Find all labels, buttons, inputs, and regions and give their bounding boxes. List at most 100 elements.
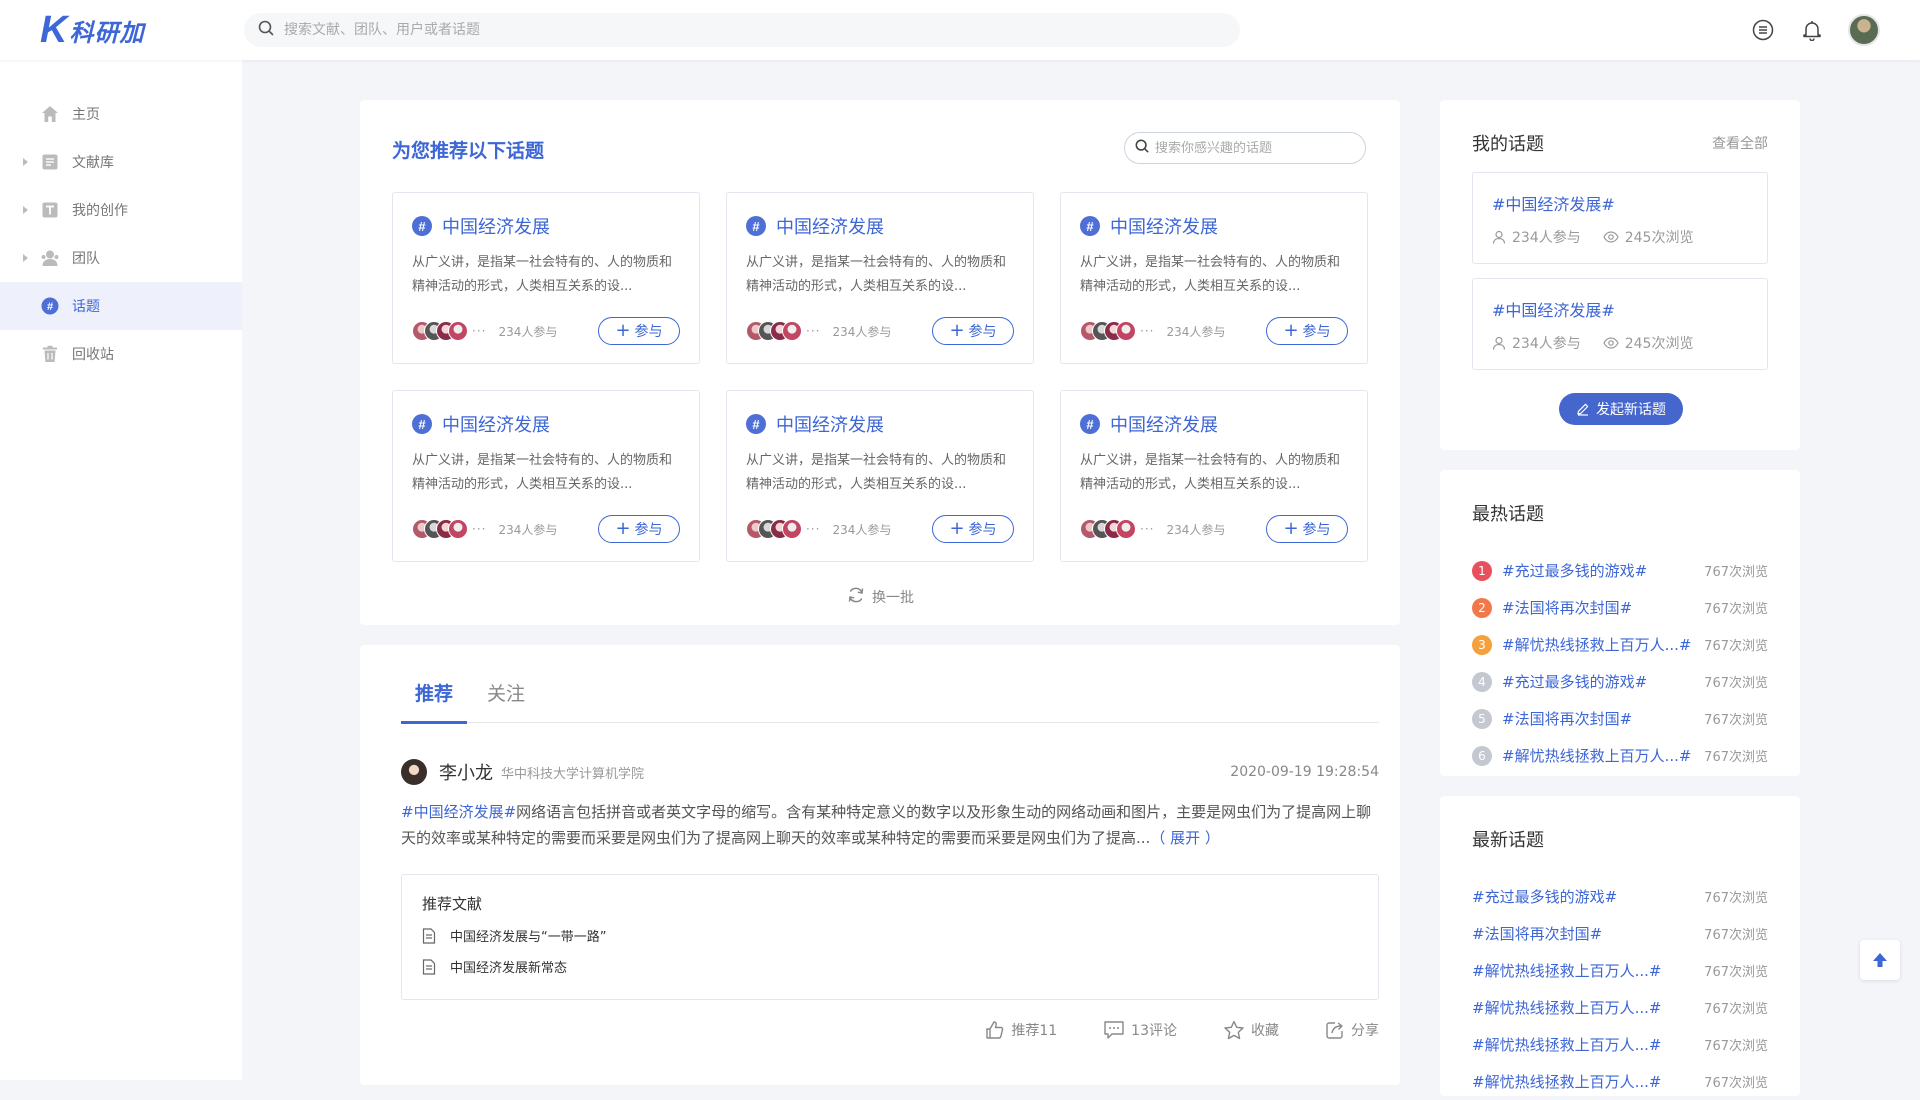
new-topic-name[interactable]: #解忧热线拯救上百万人...#	[1472, 1071, 1704, 1092]
topic-card[interactable]: # 中国经济发展 从广义讲，是指某一社会特有的、人的物质和精神活动的形式，人类相互关…	[1060, 192, 1368, 364]
hot-topic-item[interactable]: 6 #解忧热线拯救上百万人...# 767次浏览	[1472, 737, 1768, 774]
caret-right-icon[interactable]	[23, 206, 28, 214]
new-topic-item[interactable]: #解忧热线拯救上百万人...# 767次浏览	[1472, 1063, 1768, 1100]
post-topic-tag[interactable]: #中国经济发展#	[401, 803, 516, 821]
plus-icon: +	[615, 320, 631, 341]
new-topic-name[interactable]: #法国将再次封国#	[1472, 923, 1704, 944]
my-topic-item[interactable]: #中国经济发展# 234人参与 245次浏览	[1472, 172, 1768, 264]
hot-topic-name[interactable]: #法国将再次封国#	[1502, 708, 1704, 729]
feed-card: 推荐 关注 李小龙 华中科技大学计算机学院 2020-09-19 19:28:5…	[360, 645, 1400, 1085]
eye-icon	[1603, 231, 1619, 243]
topic-card[interactable]: # 中国经济发展 从广义讲，是指某一社会特有的、人的物质和精神活动的形式，人类相互关…	[1060, 390, 1368, 562]
new-topic-item[interactable]: #解忧热线拯救上百万人...# 767次浏览	[1472, 989, 1768, 1026]
topic-name[interactable]: 中国经济发展	[776, 213, 884, 239]
literature-item[interactable]: 中国经济发展新常态	[422, 957, 1358, 976]
back-to-top-button[interactable]	[1860, 940, 1900, 980]
person-icon	[1492, 230, 1506, 244]
sidebar-item-label: 团队	[72, 251, 100, 267]
share-button[interactable]: 分享	[1325, 1020, 1379, 1040]
new-topic-button[interactable]: 发起新话题	[1559, 393, 1683, 425]
author-org: 华中科技大学计算机学院	[501, 766, 645, 782]
menu-circle-icon[interactable]	[1750, 17, 1776, 43]
hot-topic-name[interactable]: #法国将再次封国#	[1502, 597, 1704, 618]
user-avatar[interactable]	[1848, 14, 1880, 46]
hot-topic-item[interactable]: 1 #充过最多钱的游戏# 767次浏览	[1472, 552, 1768, 589]
new-topic-name[interactable]: #解忧热线拯救上百万人...#	[1472, 997, 1704, 1018]
hash-icon: #	[412, 216, 432, 236]
caret-right-icon[interactable]	[23, 254, 28, 262]
topic-card[interactable]: # 中国经济发展 从广义讲，是指某一社会特有的、人的物质和精神活动的形式，人类相互关…	[392, 192, 700, 364]
author-name[interactable]: 李小龙	[439, 759, 493, 785]
join-label: 参与	[1302, 522, 1331, 538]
join-button[interactable]: + 参与	[1266, 515, 1348, 543]
comment-button[interactable]: 13评论	[1103, 1020, 1177, 1040]
literature-title: 推荐文献	[422, 895, 483, 913]
hot-topic-name[interactable]: #充过最多钱的游戏#	[1502, 560, 1704, 581]
caret-right-icon[interactable]	[23, 158, 28, 166]
hash-icon: #	[412, 414, 432, 434]
hash-icon: #	[746, 216, 766, 236]
hot-topic-name[interactable]: #解忧热线拯救上百万人...#	[1502, 634, 1704, 655]
join-button[interactable]: + 参与	[598, 515, 680, 543]
new-topic-item[interactable]: #解忧热线拯救上百万人...# 767次浏览	[1472, 952, 1768, 989]
my-topics-card: 我的话题 查看全部 #中国经济发展# 234人参与 245次浏览 #中国经济发展…	[1440, 100, 1800, 450]
hot-topic-item[interactable]: 5 #法国将再次封国# 767次浏览	[1472, 700, 1768, 737]
literature-item[interactable]: 中国经济发展与“一带一路”	[422, 926, 1358, 945]
bell-icon[interactable]	[1799, 17, 1825, 43]
topic-search[interactable]	[1124, 132, 1366, 164]
join-button[interactable]: + 参与	[598, 317, 680, 345]
new-topic-name[interactable]: #充过最多钱的游戏#	[1472, 886, 1704, 907]
hot-topic-item[interactable]: 4 #充过最多钱的游戏# 767次浏览	[1472, 663, 1768, 700]
sidebar-item[interactable]: 文献库	[0, 138, 242, 186]
sidebar-item[interactable]: 主页	[0, 90, 242, 138]
svg-text:#: #	[47, 301, 53, 313]
more-avatars: ···	[1140, 522, 1155, 536]
recommended-title: 为您推荐以下话题	[392, 140, 545, 162]
favorite-button[interactable]: 收藏	[1223, 1020, 1279, 1040]
new-topic-name[interactable]: #解忧热线拯救上百万人...#	[1472, 960, 1704, 981]
join-button[interactable]: + 参与	[932, 515, 1014, 543]
topic-grid: # 中国经济发展 从广义讲，是指某一社会特有的、人的物质和精神活动的形式，人类相互关…	[392, 192, 1368, 562]
sidebar-item[interactable]: 回收站	[0, 330, 242, 378]
top-header: K 科研加	[0, 0, 1920, 60]
join-label: 参与	[634, 522, 663, 538]
search-icon	[258, 20, 274, 40]
app-logo[interactable]: K 科研加	[40, 9, 144, 51]
hot-topic-item[interactable]: 2 #法国将再次封国# 767次浏览	[1472, 589, 1768, 626]
topic-card[interactable]: # 中国经济发展 从广义讲，是指某一社会特有的、人的物质和精神活动的形式，人类相互关…	[392, 390, 700, 562]
topic-name[interactable]: 中国经济发展	[442, 213, 550, 239]
global-search-input[interactable]	[284, 22, 1184, 38]
join-button[interactable]: + 参与	[1266, 317, 1348, 345]
expand-link[interactable]: （ 展开 ）	[1150, 829, 1220, 847]
tab-follow[interactable]: 关注	[487, 679, 525, 706]
topic-name[interactable]: 中国经济发展	[442, 411, 550, 437]
hot-topic-item[interactable]: 3 #解忧热线拯救上百万人...# 767次浏览	[1472, 626, 1768, 663]
sidebar-item[interactable]: 我的创作	[0, 186, 242, 234]
view-all-link[interactable]: 查看全部	[1712, 133, 1768, 153]
tab-recommend[interactable]: 推荐	[401, 679, 467, 724]
logo-letter: K	[40, 9, 68, 51]
search-icon	[1135, 139, 1149, 157]
sidebar-item[interactable]: # 话题	[0, 282, 242, 330]
global-search[interactable]	[244, 13, 1240, 47]
new-topic-name[interactable]: #解忧热线拯救上百万人...#	[1472, 1034, 1704, 1055]
new-topic-item[interactable]: #充过最多钱的游戏# 767次浏览	[1472, 878, 1768, 915]
post-text: 网络语言包括拼音或者英文字母的缩写。含有某种特定意义的数字以及形象生动的网络动画…	[401, 803, 1372, 847]
my-topic-item[interactable]: #中国经济发展# 234人参与 245次浏览	[1472, 278, 1768, 370]
topic-name[interactable]: 中国经济发展	[1110, 213, 1218, 239]
topic-name[interactable]: 中国经济发展	[776, 411, 884, 437]
author-avatar[interactable]	[401, 759, 427, 785]
sidebar-item-label: 我的创作	[72, 203, 128, 219]
new-topic-item[interactable]: #解忧热线拯救上百万人...# 767次浏览	[1472, 1026, 1768, 1063]
hot-topic-name[interactable]: #解忧热线拯救上百万人...#	[1502, 745, 1704, 766]
join-button[interactable]: + 参与	[932, 317, 1014, 345]
refresh-button[interactable]: 换一批	[360, 585, 1400, 609]
topic-card[interactable]: # 中国经济发展 从广义讲，是指某一社会特有的、人的物质和精神活动的形式，人类相互关…	[726, 192, 1034, 364]
topic-card[interactable]: # 中国经济发展 从广义讲，是指某一社会特有的、人的物质和精神活动的形式，人类相互关…	[726, 390, 1034, 562]
hot-topic-name[interactable]: #充过最多钱的游戏#	[1502, 671, 1704, 692]
like-button[interactable]: 推荐11	[985, 1020, 1057, 1040]
new-topic-item[interactable]: #法国将再次封国# 767次浏览	[1472, 915, 1768, 952]
topic-name[interactable]: 中国经济发展	[1110, 411, 1218, 437]
sidebar-item[interactable]: 团队	[0, 234, 242, 282]
topic-search-input[interactable]	[1155, 140, 1355, 156]
